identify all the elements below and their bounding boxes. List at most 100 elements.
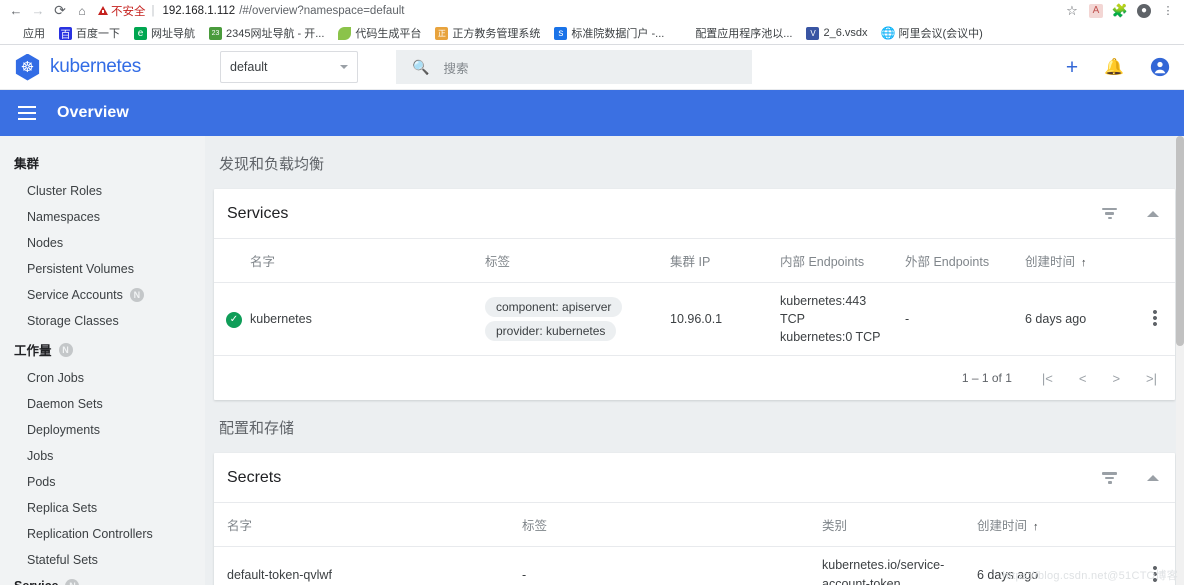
bookmark-wangzhi[interactable]: e 网址导航 bbox=[134, 25, 195, 41]
sidebar-item-namespaces[interactable]: Namespaces bbox=[0, 204, 205, 230]
row-menu-icon[interactable]: ••• bbox=[1143, 566, 1167, 584]
bookmark-zfjw[interactable]: 正 正方教务管理系统 bbox=[435, 25, 540, 41]
bookmark-label: 配置应用程序池以... bbox=[695, 25, 792, 41]
labels-column-header[interactable]: 标签 bbox=[477, 239, 662, 283]
create-button[interactable]: + bbox=[1066, 57, 1078, 78]
prev-page-button[interactable]: < bbox=[1079, 371, 1087, 386]
services-table: 名字 标签 集群 IP 内部 Endpoints 外部 Endpoints 创建… bbox=[214, 239, 1175, 356]
forward-button[interactable]: → bbox=[28, 1, 48, 21]
table-row[interactable]: ✓ kubernetes component: apiserver provid… bbox=[214, 283, 1175, 356]
filter-icon[interactable] bbox=[1102, 472, 1117, 484]
sidebar-item-cluster-roles[interactable]: Cluster Roles bbox=[0, 178, 205, 204]
services-card: Services 名字 标签 集群 IP 内部 E bbox=[214, 189, 1175, 400]
bookmark-label: 2_6.vsdx bbox=[823, 27, 867, 39]
main-scrollbar-thumb[interactable] bbox=[1176, 136, 1184, 346]
visio-icon: V bbox=[806, 27, 819, 40]
bookmark-standard-portal[interactable]: s 标准院数据门户 -... bbox=[554, 25, 664, 41]
bookmark-label: 百度一下 bbox=[76, 25, 120, 41]
app-header: ☸ kubernetes default 🔍 搜索 + 🔔 bbox=[0, 45, 1184, 90]
e-icon: e bbox=[134, 27, 147, 40]
address-bar[interactable]: 不安全 | 192.168.1.112/#/overview?namespace… bbox=[98, 2, 1056, 20]
cluster-ip-column-header[interactable]: 集群 IP bbox=[662, 239, 772, 283]
type-column-header[interactable]: 类别 bbox=[814, 503, 969, 547]
chevron-up-icon[interactable] bbox=[1147, 475, 1159, 481]
table-row[interactable]: default-token-qvlwf - kubernetes.io/serv… bbox=[214, 547, 1175, 585]
pager-buttons: |< < > >| bbox=[1042, 371, 1157, 386]
account-icon[interactable] bbox=[1150, 57, 1170, 77]
sidebar-item-replication-controllers[interactable]: Replication Controllers bbox=[0, 521, 205, 547]
bookmark-apppool[interactable]: 配置应用程序池以... bbox=[678, 25, 792, 41]
chevron-up-icon[interactable] bbox=[1147, 211, 1159, 217]
created-column-header[interactable]: 创建时间↑ bbox=[969, 503, 1135, 547]
sidebar-item-persistent-volumes[interactable]: Persistent Volumes bbox=[0, 256, 205, 282]
next-page-button[interactable]: > bbox=[1112, 371, 1120, 386]
row-actions-cell: ••• bbox=[1135, 547, 1175, 585]
secrets-card-header: Secrets bbox=[214, 453, 1175, 503]
section-title-config-storage: 配置和存储 bbox=[205, 400, 1184, 453]
secret-name-link[interactable]: default-token-qvlwf bbox=[214, 547, 514, 585]
bookmark-visio-file[interactable]: V 2_6.vsdx bbox=[806, 27, 867, 40]
name-column-header[interactable]: 名字 bbox=[242, 239, 477, 283]
labels-column-header[interactable]: 标签 bbox=[514, 503, 814, 547]
sidebar-item-label: Nodes bbox=[27, 236, 63, 250]
extensions-icon[interactable]: 🧩 bbox=[1112, 3, 1128, 19]
bookmark-2345[interactable]: 23 2345网址导航 - 开... bbox=[209, 25, 324, 41]
bookmark-codegen[interactable]: 代码生成平台 bbox=[338, 25, 421, 41]
name-column-header[interactable]: 名字 bbox=[214, 503, 514, 547]
label-chip: provider: kubernetes bbox=[485, 321, 616, 341]
status-column-header bbox=[214, 239, 242, 283]
hamburger-menu-icon[interactable] bbox=[18, 106, 36, 120]
globe-icon: 🌐 bbox=[882, 27, 895, 40]
sidebar-item-service-accounts[interactable]: Service Accounts N bbox=[0, 282, 205, 308]
created-column-label: 创建时间 bbox=[977, 519, 1027, 533]
sidebar-item-nodes[interactable]: Nodes bbox=[0, 230, 205, 256]
star-icon[interactable]: ☆ bbox=[1064, 3, 1080, 19]
bookmark-apps[interactable]: 应用 bbox=[6, 25, 45, 41]
actions-column-header bbox=[1135, 503, 1175, 547]
services-pager: 1 – 1 of 1 |< < > >| bbox=[214, 356, 1175, 400]
service-labels-cell: component: apiserver provider: kubernete… bbox=[477, 283, 662, 356]
sidebar-item-storage-classes[interactable]: Storage Classes bbox=[0, 308, 205, 334]
bookmark-label: 2345网址导航 - 开... bbox=[226, 25, 324, 41]
sidebar-item-stateful-sets[interactable]: Stateful Sets bbox=[0, 547, 205, 573]
insecure-warning[interactable]: 不安全 bbox=[98, 3, 146, 19]
sidebar-item-jobs[interactable]: Jobs bbox=[0, 443, 205, 469]
created-column-header[interactable]: 创建时间↑ bbox=[1017, 239, 1135, 283]
service-cluster-ip-cell: 10.96.0.1 bbox=[662, 283, 772, 356]
sidebar-item-label: Cluster Roles bbox=[27, 184, 102, 198]
internal-endpoints-column-header[interactable]: 内部 Endpoints bbox=[772, 239, 897, 283]
home-icon[interactable]: ⌂ bbox=[72, 1, 92, 21]
reload-icon[interactable]: ⟳ bbox=[50, 1, 70, 21]
main-scrollbar-track[interactable] bbox=[1176, 136, 1184, 585]
sidebar-item-daemon-sets[interactable]: Daemon Sets bbox=[0, 391, 205, 417]
page-toolbar: Overview bbox=[0, 90, 1184, 136]
back-button[interactable]: ← bbox=[6, 1, 26, 21]
actions-column-header bbox=[1135, 239, 1175, 283]
search-bar[interactable]: 🔍 搜索 bbox=[396, 50, 752, 84]
more-menu-icon[interactable]: ⋮ bbox=[1160, 3, 1176, 19]
service-name-link[interactable]: kubernetes bbox=[242, 283, 477, 356]
first-page-button[interactable]: |< bbox=[1042, 371, 1053, 386]
brand-logo[interactable]: ☸ kubernetes bbox=[14, 54, 206, 81]
secrets-table-header-row: 名字 标签 类别 创建时间↑ bbox=[214, 503, 1175, 547]
row-actions-cell: ••• bbox=[1135, 283, 1175, 356]
sidebar-item-cron-jobs[interactable]: Cron Jobs bbox=[0, 365, 205, 391]
sidebar-group-label: 工作量 bbox=[14, 340, 52, 359]
notifications-icon[interactable]: 🔔 bbox=[1104, 57, 1124, 77]
sidebar-item-pods[interactable]: Pods bbox=[0, 469, 205, 495]
sidebar-item-deployments[interactable]: Deployments bbox=[0, 417, 205, 443]
bookmark-alimeeting[interactable]: 🌐 阿里会议(会议中) bbox=[882, 25, 983, 41]
namespace-select[interactable]: default bbox=[220, 51, 358, 83]
sidebar-group-cluster: 集群 bbox=[0, 147, 205, 178]
pager-range: 1 – 1 of 1 bbox=[962, 371, 1012, 385]
profile-icon[interactable]: ● bbox=[1137, 4, 1151, 18]
row-menu-icon[interactable]: ••• bbox=[1143, 310, 1167, 328]
services-card-header: Services bbox=[214, 189, 1175, 239]
bookmark-baidu[interactable]: 百 百度一下 bbox=[59, 25, 120, 41]
pdf-extension-icon[interactable]: A bbox=[1089, 4, 1103, 18]
secret-labels-cell: - bbox=[514, 547, 814, 585]
sidebar-item-replica-sets[interactable]: Replica Sets bbox=[0, 495, 205, 521]
filter-icon[interactable] bbox=[1102, 208, 1117, 220]
external-endpoints-column-header[interactable]: 外部 Endpoints bbox=[897, 239, 1017, 283]
last-page-button[interactable]: >| bbox=[1146, 371, 1157, 386]
